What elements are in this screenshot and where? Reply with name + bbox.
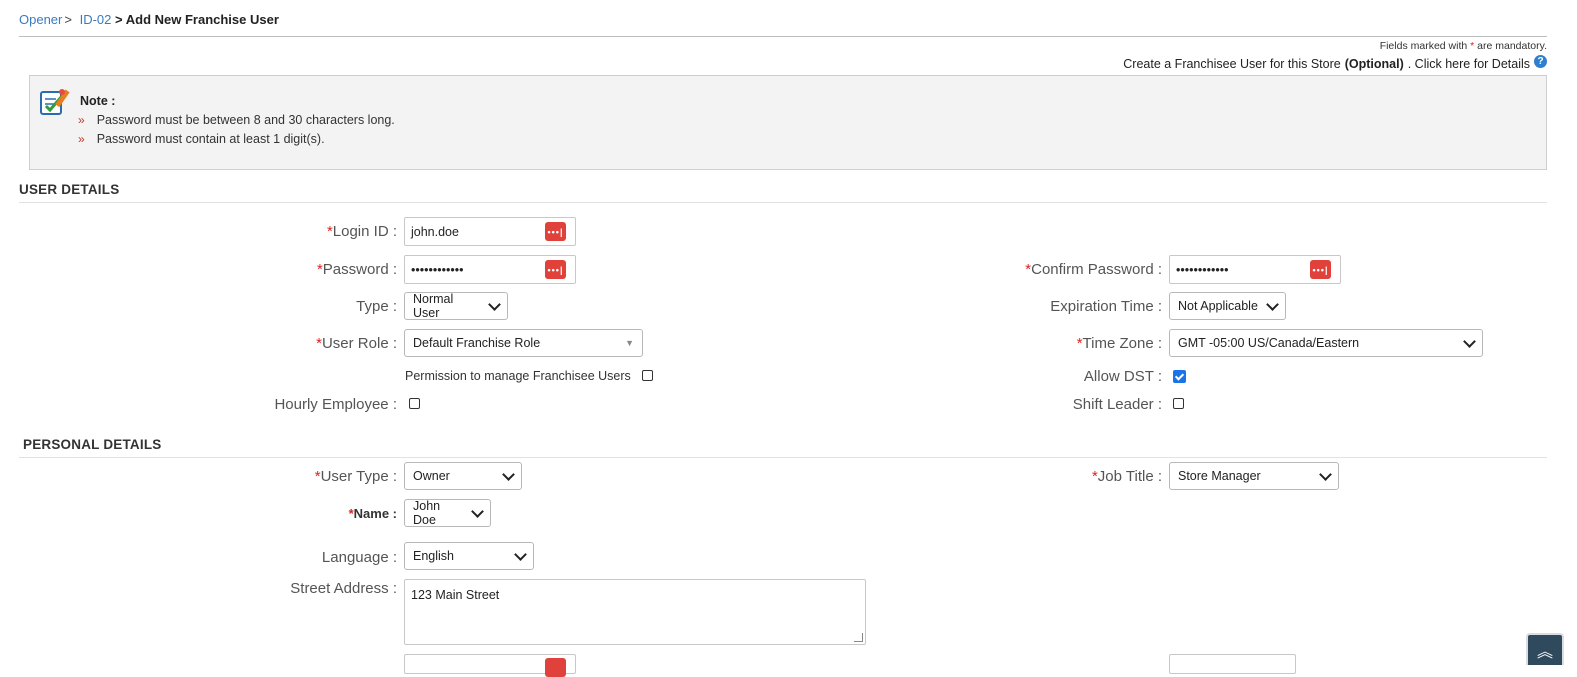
- create-optional: (Optional): [1344, 57, 1404, 71]
- scroll-top-icon: ︽: [1536, 644, 1553, 661]
- password-manager-icon[interactable]: •••|: [1310, 260, 1331, 279]
- user-role-label: *User Role :: [316, 335, 397, 352]
- expiration-select[interactable]: Not Applicable: [1169, 292, 1286, 320]
- type-label: Type :: [356, 298, 397, 315]
- login-id-value: john.doe: [411, 224, 459, 239]
- password-manager-icon[interactable]: •••|: [545, 260, 566, 279]
- name-value: John Doe: [413, 499, 441, 527]
- login-id-label: *Login ID :: [326, 223, 397, 240]
- job-title-value: Store Manager: [1178, 469, 1261, 483]
- personal-details-divider: [19, 457, 1547, 458]
- password-manager-icon[interactable]: [545, 658, 566, 677]
- street-address-value: 123 Main Street: [411, 588, 500, 602]
- login-id-input[interactable]: john.doe •••|: [404, 217, 576, 246]
- note-item: » Password must be between 8 and 30 chara…: [78, 113, 395, 127]
- breadcrumb-separator: >: [64, 12, 72, 27]
- user-details-title: USER DETAILS: [19, 182, 120, 197]
- language-value: English: [413, 549, 454, 563]
- expiration-value: Not Applicable: [1178, 299, 1258, 313]
- header-divider: [19, 36, 1547, 37]
- hourly-employee-label: Hourly Employee :: [274, 396, 397, 413]
- name-label: *Name :: [348, 506, 397, 521]
- mandatory-star: *: [1470, 40, 1475, 52]
- chevron-down-icon: [514, 547, 527, 561]
- note-clipboard-icon: [40, 89, 70, 115]
- breadcrumb-opener-link[interactable]: Opener: [19, 12, 62, 27]
- chevron-down-icon: [471, 504, 484, 518]
- mandatory-suffix: are mandatory.: [1477, 40, 1547, 52]
- password-input[interactable]: •••••••••••• •••|: [404, 255, 576, 284]
- chevron-down-icon: [1266, 297, 1279, 311]
- personal-details-title: PERSONAL DETAILS: [23, 437, 162, 452]
- password-label: *Password :: [316, 261, 397, 278]
- time-zone-select[interactable]: GMT -05:00 US/Canada/Eastern: [1169, 329, 1483, 357]
- user-type-value: Owner: [413, 469, 450, 483]
- type-value: Normal User: [413, 292, 454, 320]
- create-user-details-link[interactable]: Create a Franchisee User for this Store(…: [1123, 54, 1547, 71]
- user-details-divider: [19, 202, 1547, 203]
- scroll-top-button[interactable]: ︽: [1526, 633, 1564, 665]
- confirm-password-input[interactable]: •••••••••••• •••|: [1169, 255, 1341, 284]
- page-title: > Add New Franchise User: [115, 12, 279, 27]
- note-title: Note :: [80, 94, 116, 108]
- time-zone-value: GMT -05:00 US/Canada/Eastern: [1178, 336, 1360, 350]
- language-label: Language :: [321, 549, 397, 566]
- allow-dst-label: Allow DST :: [1083, 368, 1162, 385]
- user-role-value: Default Franchise Role: [413, 336, 541, 350]
- allow-dst-checkbox[interactable]: [1173, 370, 1186, 383]
- shift-leader-label: Shift Leader :: [1072, 396, 1162, 413]
- resize-handle[interactable]: [854, 633, 863, 642]
- user-type-label: *User Type :: [314, 468, 397, 485]
- dropdown-arrow-icon: ▼: [625, 338, 634, 348]
- hourly-employee-checkbox[interactable]: [409, 398, 420, 409]
- breadcrumb: Opener > ID-02 > Add New Franchise User: [19, 12, 279, 27]
- note-item-text: Password must contain at least 1 digit(s…: [96, 132, 325, 146]
- name-select[interactable]: John Doe: [404, 499, 491, 527]
- type-select[interactable]: Normal User: [404, 292, 508, 320]
- note-item: » Password must contain at least 1 digit(…: [78, 132, 325, 146]
- job-title-select[interactable]: Store Manager: [1169, 462, 1339, 490]
- create-prefix: Create a Franchisee User for this Store: [1123, 57, 1341, 71]
- chevron-down-icon: [1319, 467, 1332, 481]
- chevron-down-icon: [502, 467, 515, 481]
- help-icon[interactable]: ?: [1534, 54, 1547, 68]
- note-item-text: Password must be between 8 and 30 charac…: [96, 113, 395, 127]
- note-box: Note : » Password must be between 8 and 3…: [29, 75, 1547, 170]
- user-type-select[interactable]: Owner: [404, 462, 522, 490]
- partial-input[interactable]: [404, 654, 576, 677]
- language-select[interactable]: English: [404, 542, 534, 570]
- permission-checkbox[interactable]: [642, 370, 653, 381]
- street-address-textarea[interactable]: 123 Main Street: [404, 579, 866, 645]
- confirm-password-value: ••••••••••••: [1176, 262, 1229, 277]
- time-zone-label: *Time Zone :: [1076, 335, 1162, 352]
- chevron-down-icon: [488, 297, 501, 311]
- password-value: ••••••••••••: [411, 262, 464, 277]
- user-role-select[interactable]: Default Franchise Role ▼: [404, 329, 643, 357]
- confirm-password-label: *Confirm Password :: [1025, 261, 1162, 278]
- create-suffix: . Click here for Details: [1407, 57, 1530, 71]
- chevron-down-icon: [1463, 334, 1476, 348]
- street-address-label: Street Address :: [290, 580, 397, 597]
- breadcrumb-id-link[interactable]: ID-02: [80, 12, 112, 27]
- expiration-label: Expiration Time :: [1050, 298, 1162, 315]
- partial-select[interactable]: [1169, 654, 1296, 674]
- password-manager-icon[interactable]: •••|: [545, 222, 566, 241]
- mandatory-note: Fields marked with * are mandatory.: [1380, 40, 1547, 52]
- job-title-label: *Job Title :: [1091, 468, 1162, 485]
- shift-leader-checkbox[interactable]: [1173, 398, 1184, 409]
- permission-label: Permission to manage Franchisee Users: [405, 369, 631, 383]
- mandatory-prefix: Fields marked with: [1379, 40, 1468, 52]
